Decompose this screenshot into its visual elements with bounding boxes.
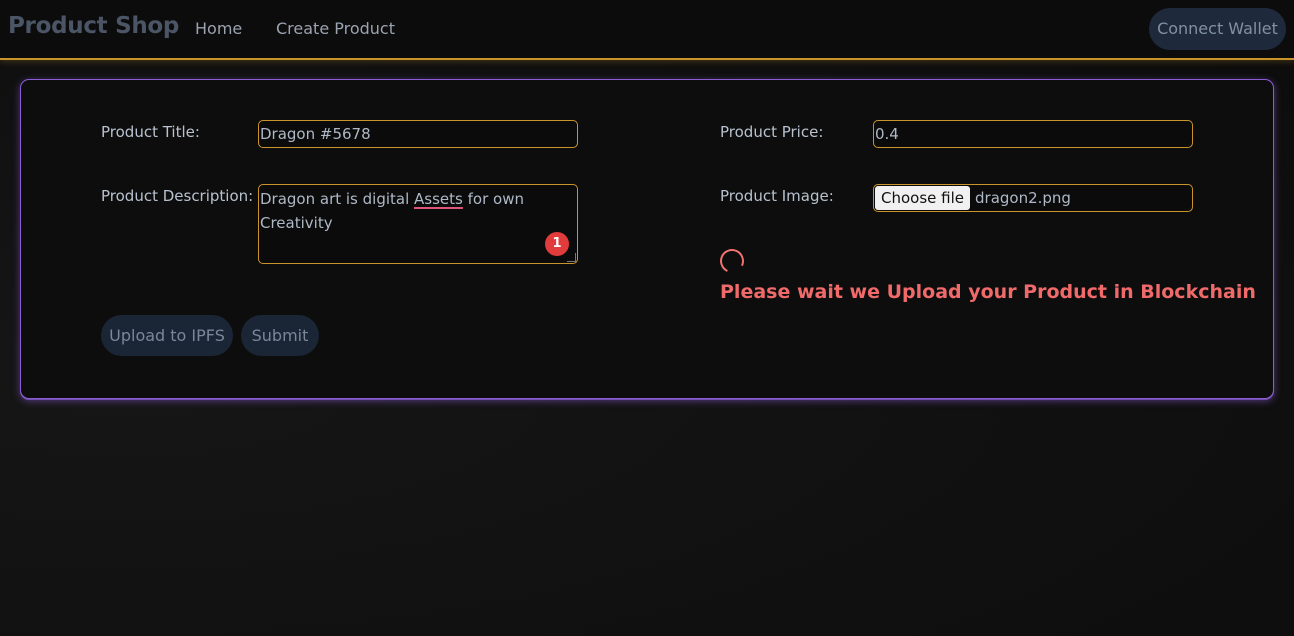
nav-home-link[interactable]: Home <box>195 19 242 38</box>
product-description-label: Product Description: <box>101 187 254 205</box>
upload-status-message: Please wait we Upload your Product in Bl… <box>720 281 1256 303</box>
notification-badge[interactable]: 1 <box>545 232 569 256</box>
product-description-textarea[interactable]: Dragon art is digital Assets for own Cre… <box>258 184 578 264</box>
product-image-label: Product Image: <box>720 187 834 205</box>
connect-wallet-button[interactable]: Connect Wallet <box>1149 8 1286 50</box>
product-title-value: Dragon #5678 <box>260 125 371 143</box>
product-description-value: Dragon art is digital Assets for own Cre… <box>260 190 524 232</box>
navbar: Product Shop Home Create Product Connect… <box>0 0 1294 60</box>
submit-button[interactable]: Submit <box>241 315 319 356</box>
brand-logo[interactable]: Product Shop <box>8 13 179 39</box>
product-title-label: Product Title: <box>101 123 200 141</box>
selected-file-name: dragon2.png <box>975 189 1071 207</box>
product-price-input[interactable]: 0.4 <box>873 120 1193 148</box>
nav-create-product-link[interactable]: Create Product <box>276 19 395 38</box>
choose-file-button[interactable]: Choose file <box>875 186 970 210</box>
spellcheck-word: Assets <box>414 190 463 208</box>
product-price-value: 0.4 <box>875 125 899 143</box>
upload-to-ipfs-button[interactable]: Upload to IPFS <box>101 315 233 356</box>
product-price-label: Product Price: <box>720 123 824 141</box>
resize-handle[interactable] <box>567 253 576 262</box>
product-title-input[interactable]: Dragon #5678 <box>258 120 578 148</box>
product-image-file-input[interactable]: Choose file dragon2.png <box>873 184 1193 212</box>
